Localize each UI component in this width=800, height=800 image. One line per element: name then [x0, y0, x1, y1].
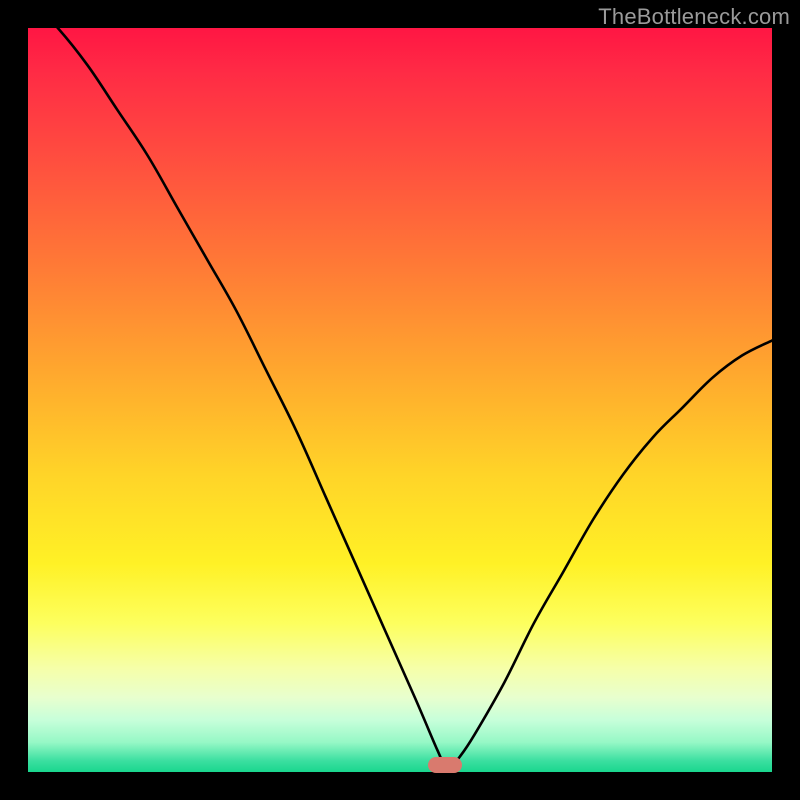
watermark-text: TheBottleneck.com	[598, 4, 790, 30]
plot-area	[28, 28, 772, 772]
optimal-point-marker	[428, 757, 462, 773]
chart-frame: TheBottleneck.com	[0, 0, 800, 800]
bottleneck-curve	[28, 28, 772, 772]
